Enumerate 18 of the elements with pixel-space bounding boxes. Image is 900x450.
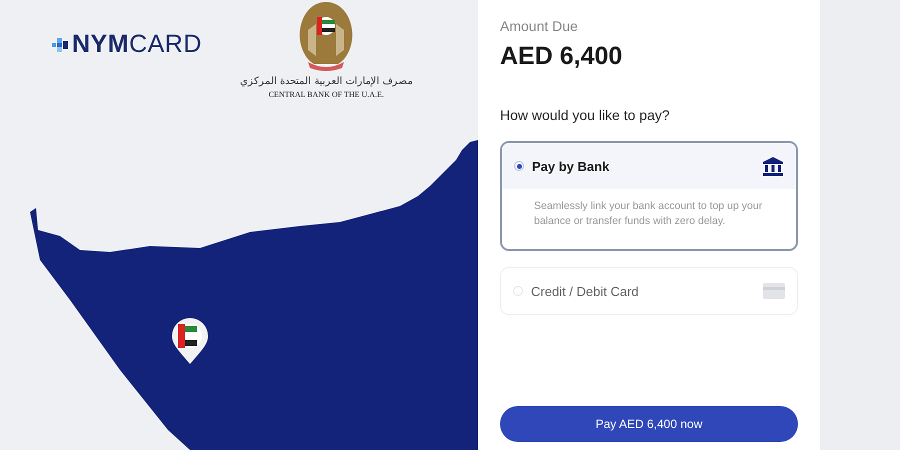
brand-logo: NYMCARD — [72, 30, 202, 59]
pay-button[interactable]: Pay AED 6,400 now — [500, 406, 798, 442]
map-pin-icon — [172, 318, 208, 364]
bank-icon — [762, 156, 784, 176]
payment-option[interactable]: Pay by Bank Seamlessly link your bank account to top up your balance or transfer funds with zero delay. — [500, 141, 798, 251]
bank-name: CENTRAL BANK OF THE U.A.E. — [268, 90, 384, 99]
option-description: Seamlessly link your bank account to top up your balance or transfer funds with zero delay. — [533, 199, 764, 229]
amount-label: Amount Due — [500, 18, 579, 34]
option-label: Credit / Debit Card — [531, 284, 640, 298]
radio-button[interactable] — [514, 161, 524, 171]
logo-icon — [52, 38, 68, 52]
payment-option[interactable]: Credit / Debit Card — [500, 267, 798, 315]
credit-card-icon — [763, 283, 785, 299]
option-label: Pay by Bank — [532, 158, 610, 174]
radio-button[interactable] — [513, 286, 523, 296]
payment-question: How would you like to pay? — [500, 107, 671, 123]
amount-value: AED 6,400 — [500, 42, 624, 71]
bank-name-arabic: مصرف الإمارات العربية المتحدة المركزي — [240, 75, 413, 87]
